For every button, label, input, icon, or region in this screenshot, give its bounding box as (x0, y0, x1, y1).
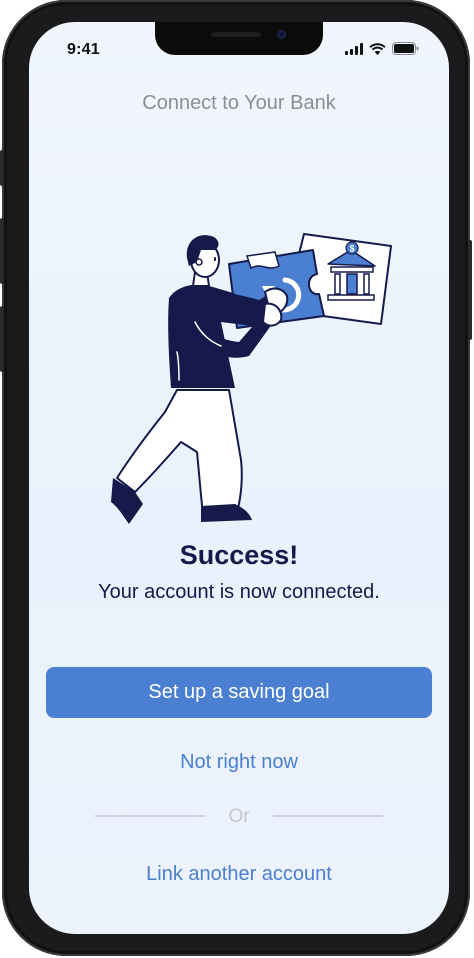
set-up-saving-goal-button[interactable]: Set up a saving goal (46, 667, 432, 718)
status-icons (345, 42, 419, 55)
svg-text:$: $ (349, 244, 354, 254)
status-time: 9:41 (67, 41, 100, 58)
speaker-grille (211, 32, 261, 37)
page-title: Connect to Your Bank (142, 92, 336, 114)
or-divider-label: Or (228, 806, 250, 827)
divider-right (273, 815, 383, 817)
phone-frame: 9:41 Connect to Your Bank $ Success! You… (0, 0, 472, 956)
app-screen: 9:41 Connect to Your Bank $ Success! You… (29, 22, 449, 934)
notch (155, 22, 323, 55)
silent-switch (0, 150, 4, 186)
wifi-icon (369, 42, 386, 55)
power-button (468, 240, 472, 340)
success-title: Success! (179, 540, 299, 570)
cellular-signal-icon (345, 42, 363, 55)
front-camera (277, 30, 286, 39)
dollar-icon: $ (345, 241, 359, 255)
success-subtitle: Your account is now connected. (98, 581, 380, 603)
link-another-account-link[interactable]: Link another account (29, 863, 449, 886)
volume-down-button (0, 306, 4, 372)
person-connecting-bank-puzzle-illustration: $ (111, 233, 392, 524)
battery-icon (392, 42, 419, 55)
volume-up-button (0, 218, 4, 284)
not-right-now-link[interactable]: Not right now (29, 751, 449, 774)
